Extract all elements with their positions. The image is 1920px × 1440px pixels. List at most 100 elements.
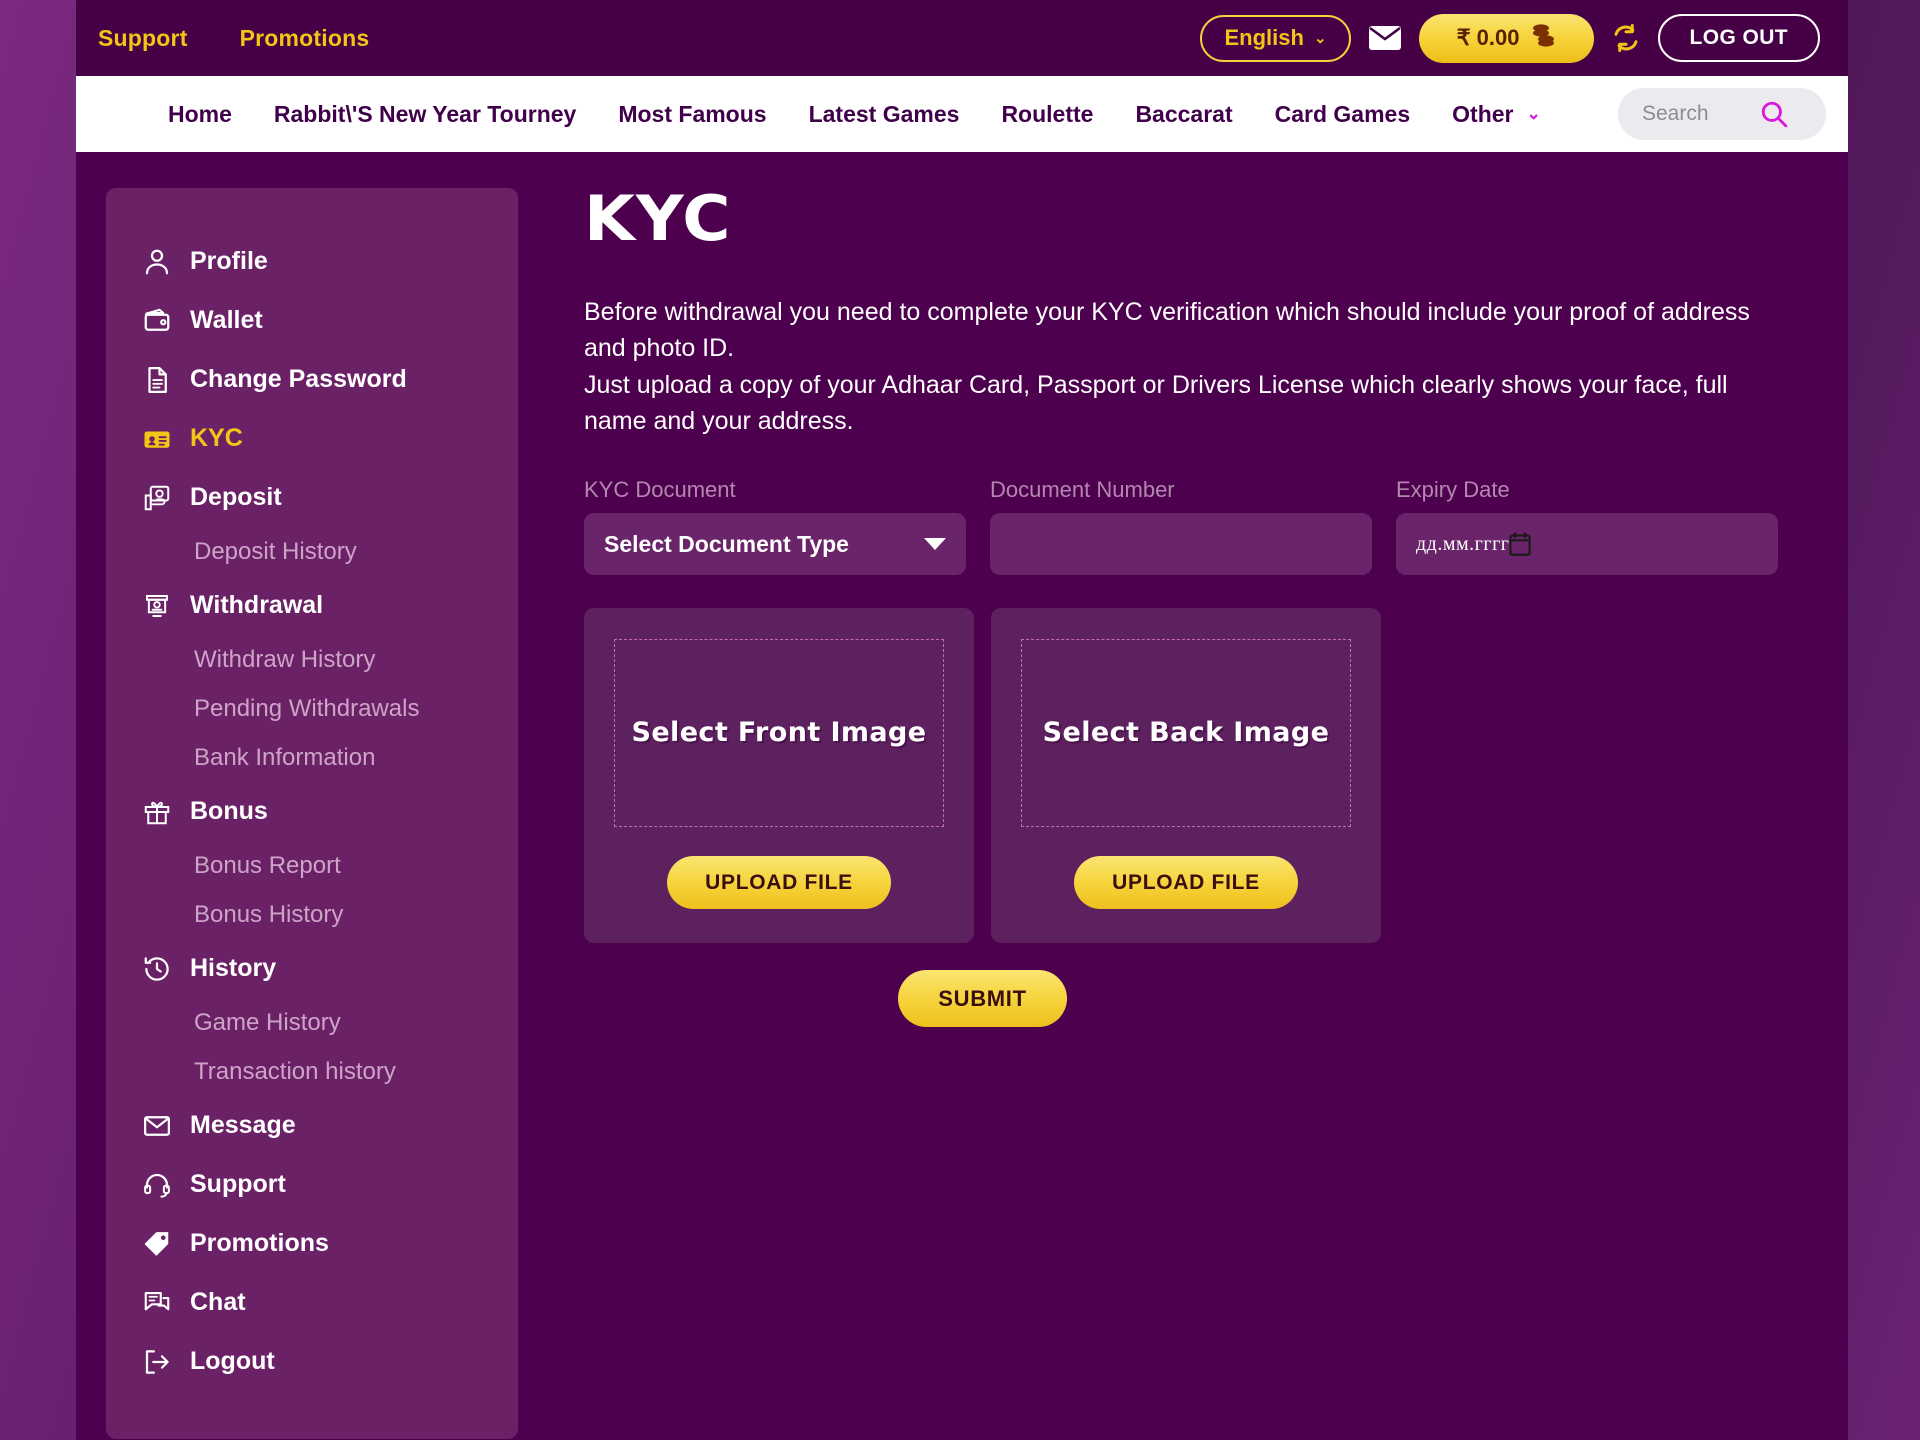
top-utility-bar: Support Promotions English ⌄ ₹ 0.00 LOG … [76, 0, 1848, 76]
chat-bubble-icon [142, 1288, 172, 1318]
kyc-content: KYC Before withdrawal you need to comple… [584, 188, 1804, 1027]
back-image-dropzone[interactable]: Select Back Image [1021, 639, 1351, 827]
sidebar-item-pending-withdrawals[interactable]: Pending Withdrawals [106, 684, 518, 733]
sidebar-item-label: Profile [190, 247, 268, 275]
balance-amount: ₹ 0.00 [1456, 25, 1520, 50]
submit-button[interactable]: SUBMIT [898, 970, 1067, 1027]
refresh-icon[interactable] [1611, 23, 1641, 53]
sidebar-subitem-label: Transaction history [194, 1057, 396, 1085]
sidebar-item-withdrawal[interactable]: Withdrawal [106, 576, 518, 635]
document-icon [142, 365, 172, 395]
kyc-document-field: KYC Document Select Document Type [584, 477, 966, 575]
nav-item-card-games[interactable]: Card Games [1275, 101, 1411, 128]
kyc-document-select[interactable]: Select Document Type [584, 513, 966, 575]
document-number-field: Document Number [990, 477, 1372, 575]
topbar-link-promotions[interactable]: Promotions [240, 25, 370, 52]
sidebar-subitem-label: Withdraw History [194, 645, 376, 673]
envelope-icon [142, 1111, 172, 1141]
kyc-document-label: KYC Document [584, 477, 736, 502]
sidebar-item-wallet[interactable]: Wallet [106, 291, 518, 350]
upload-back-file-button[interactable]: UPLOAD FILE [1074, 856, 1298, 909]
sidebar-item-deposit-history[interactable]: Deposit History [106, 527, 518, 576]
nav-item-baccarat[interactable]: Baccarat [1135, 101, 1232, 128]
expiry-date-control[interactable]: дд.мм.гггг [1396, 513, 1778, 575]
sidebar-subitem-label: Deposit History [194, 537, 357, 565]
mail-icon[interactable] [1368, 24, 1402, 52]
nav-item-home[interactable]: Home [168, 101, 232, 128]
document-number-control[interactable] [990, 513, 1372, 575]
sidebar-item-label: KYC [190, 424, 243, 452]
sidebar-item-label: Support [190, 1170, 286, 1198]
sidebar-item-promotions[interactable]: Promotions [106, 1214, 518, 1273]
front-image-dropzone[interactable]: Select Front Image [614, 639, 944, 827]
nav-item-list: Home Rabbit\'S New Year Tourney Most Fam… [168, 101, 1541, 128]
page-title: KYC [584, 182, 732, 255]
sidebar-item-chat[interactable]: Chat [106, 1273, 518, 1332]
clock-history-icon [142, 954, 172, 984]
sidebar-item-label: Withdrawal [190, 591, 324, 619]
chevron-down-icon: ⌄ [1526, 104, 1541, 123]
nav-item-latest-games[interactable]: Latest Games [809, 101, 960, 128]
sidebar-item-label: Logout [190, 1347, 275, 1375]
search-box[interactable] [1618, 88, 1826, 140]
sidebar-item-bonus[interactable]: Bonus [106, 782, 518, 841]
nav-item-roulette[interactable]: Roulette [1001, 101, 1093, 128]
sidebar-item-label: Wallet [190, 306, 263, 334]
kyc-description-line2: Just upload a copy of your Adhaar Card, … [584, 370, 1728, 435]
sidebar-item-label: Message [190, 1111, 296, 1139]
sidebar-item-bonus-report[interactable]: Bonus Report [106, 841, 518, 890]
headset-icon [142, 1170, 172, 1200]
sidebar-subitem-label: Game History [194, 1008, 341, 1036]
sidebar-item-withdraw-history[interactable]: Withdraw History [106, 635, 518, 684]
logout-button[interactable]: LOG OUT [1657, 14, 1820, 62]
tag-icon [142, 1229, 172, 1259]
sidebar-item-kyc[interactable]: KYC [106, 409, 518, 468]
search-icon[interactable] [1760, 100, 1788, 128]
sidebar-item-logout[interactable]: Logout [106, 1332, 518, 1391]
topbar-link-support[interactable]: Support [98, 25, 188, 52]
sidebar-item-label: Bonus [190, 797, 268, 825]
submit-row: SUBMIT [584, 970, 1381, 1027]
sidebar-item-deposit[interactable]: Deposit [106, 468, 518, 527]
nav-item-most-famous[interactable]: Most Famous [618, 101, 766, 128]
kyc-description-line1: Before withdrawal you need to complete y… [584, 298, 1750, 363]
nav-item-other[interactable]: Other ⌄ [1452, 101, 1541, 128]
upload-front-file-button[interactable]: UPLOAD FILE [667, 856, 891, 909]
sidebar-item-support[interactable]: Support [106, 1155, 518, 1214]
deposit-money-icon [142, 483, 172, 513]
gift-icon [142, 797, 172, 827]
user-icon [142, 247, 172, 277]
balance-pill[interactable]: ₹ 0.00 [1418, 13, 1594, 63]
sidebar-item-label: History [190, 954, 277, 982]
sidebar-item-game-history[interactable]: Game History [106, 998, 518, 1047]
nav-item-other-label: Other [1452, 100, 1514, 127]
search-input[interactable] [1642, 102, 1760, 126]
expiry-date-field: Expiry Date дд.мм.гггг [1396, 477, 1778, 575]
coins-icon [1530, 23, 1556, 53]
language-selector[interactable]: English ⌄ [1199, 14, 1351, 62]
sidebar-subitem-label: Bonus History [194, 900, 344, 928]
expiry-date-label: Expiry Date [1396, 477, 1510, 502]
kyc-description: Before withdrawal you need to complete y… [584, 294, 1764, 439]
sidebar-item-history[interactable]: History [106, 939, 518, 998]
sidebar-item-bank-information[interactable]: Bank Information [106, 733, 518, 782]
sidebar-item-bonus-history[interactable]: Bonus History [106, 890, 518, 939]
chevron-down-icon: ⌄ [1313, 30, 1327, 47]
sidebar-item-profile[interactable]: Profile [106, 232, 518, 291]
document-number-input[interactable] [1010, 513, 1352, 575]
front-image-dropzone-label: Select Front Image [631, 717, 927, 749]
nav-item-rabbits-new-year-tourney[interactable]: Rabbit\'S New Year Tourney [274, 101, 576, 128]
wallet-icon [142, 306, 172, 336]
upload-cards: Select Front Image UPLOAD FILE Select Ba… [584, 608, 1804, 943]
sidebar-item-message[interactable]: Message [106, 1096, 518, 1155]
sidebar-subitem-label: Bank Information [194, 743, 376, 771]
sidebar-subitem-label: Pending Withdrawals [194, 694, 420, 722]
calendar-icon[interactable] [1509, 532, 1532, 556]
logout-arrow-icon [142, 1347, 172, 1377]
main-navigation: Home Rabbit\'S New Year Tourney Most Fam… [76, 76, 1848, 152]
sidebar-item-change-password[interactable]: Change Password [106, 350, 518, 409]
language-label: English [1224, 24, 1304, 50]
chevron-down-icon [924, 538, 946, 550]
sidebar-item-label: Chat [190, 1288, 246, 1316]
sidebar-item-transaction-history[interactable]: Transaction history [106, 1047, 518, 1096]
